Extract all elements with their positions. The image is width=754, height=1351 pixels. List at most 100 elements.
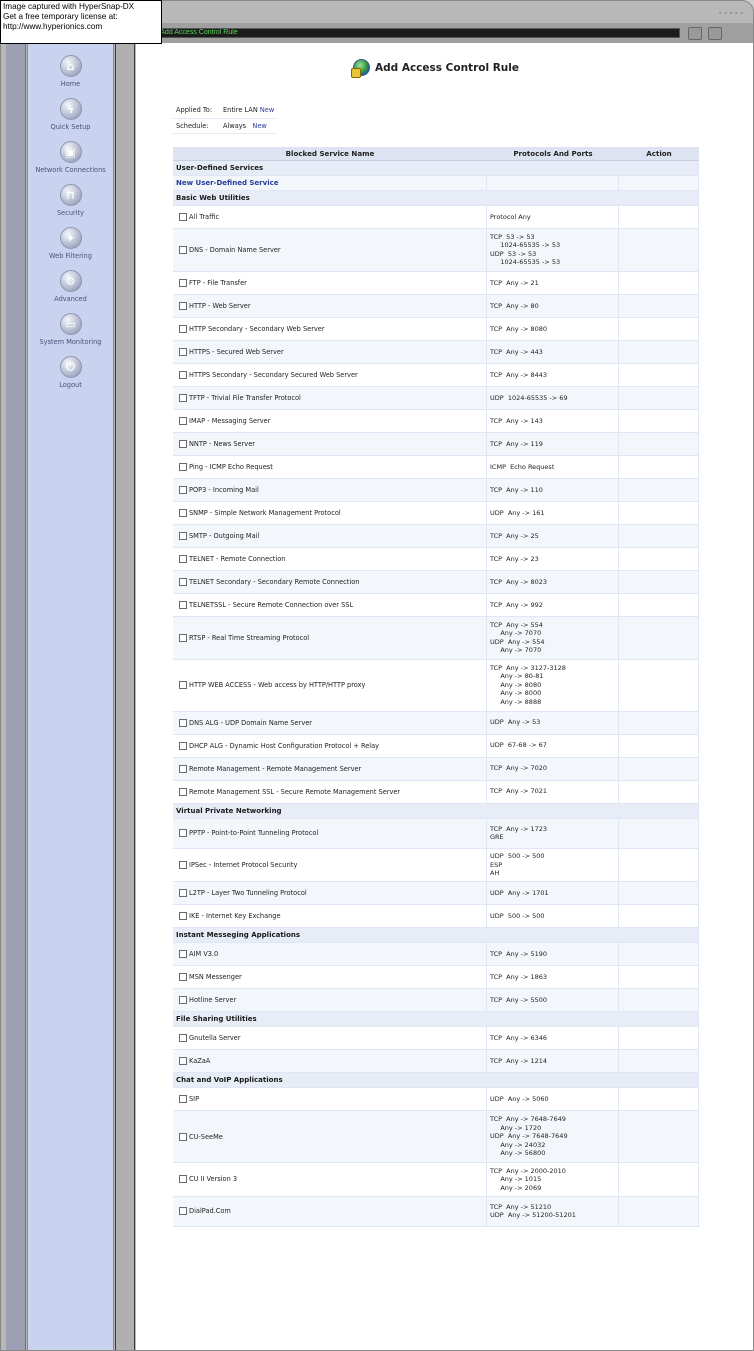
protocol-line: Any -> 24032 bbox=[490, 1140, 546, 1149]
window-grip[interactable]: ∙∙∙∙∙ bbox=[718, 9, 745, 17]
pane-separator[interactable] bbox=[115, 41, 135, 1350]
watermark-line: http://www.hyperionics.com bbox=[3, 22, 103, 31]
protocol-line: TCP 53 -> 53 bbox=[490, 232, 535, 241]
sidebar-item-label: Network Connections bbox=[35, 166, 106, 174]
maximize-button[interactable] bbox=[708, 27, 722, 40]
service-checkbox[interactable] bbox=[179, 462, 187, 471]
service-checkbox[interactable] bbox=[179, 278, 187, 287]
service-checkbox[interactable] bbox=[179, 1175, 187, 1184]
service-checkbox[interactable] bbox=[179, 1207, 187, 1216]
service-checkbox[interactable] bbox=[179, 416, 187, 425]
sidebar-item-logout[interactable]: ⏻ Logout bbox=[28, 356, 113, 399]
table-row: Hotline Server TCP Any -> 5500 bbox=[173, 989, 699, 1013]
service-checkbox[interactable] bbox=[179, 485, 187, 494]
network-icon: ▣ bbox=[59, 141, 82, 163]
service-name-cell: DHCP ALG - Dynamic Host Configuration Pr… bbox=[173, 734, 487, 758]
service-checkbox[interactable] bbox=[179, 764, 187, 773]
sidebar-item-network-connections[interactable]: ▣ Network Connections bbox=[28, 141, 113, 184]
service-checkbox[interactable] bbox=[179, 577, 187, 586]
protocol-line: UDP Any -> 5060 bbox=[490, 1094, 549, 1103]
service-checkbox[interactable] bbox=[179, 1057, 187, 1066]
protocol-line: TCP Any -> 21 bbox=[490, 278, 539, 287]
service-name: KaZaA bbox=[189, 1057, 211, 1066]
schedule-new-link[interactable]: New bbox=[252, 122, 266, 130]
protocol-line: TCP Any -> 7648-7649 bbox=[490, 1115, 566, 1124]
service-name: TELNET Secondary - Secondary Remote Conn… bbox=[189, 577, 360, 586]
service-checkbox[interactable] bbox=[179, 1034, 187, 1043]
service-checkbox[interactable] bbox=[179, 860, 187, 869]
sidebar-item-web-filtering[interactable]: ✦ Web Filtering bbox=[28, 227, 113, 270]
sidebar-item-home[interactable]: ⌂ Home bbox=[28, 55, 113, 98]
service-checkbox[interactable] bbox=[179, 889, 187, 898]
service-checkbox[interactable] bbox=[179, 950, 187, 959]
protocol-line: AH bbox=[490, 869, 500, 878]
service-name: MSN Messenger bbox=[189, 973, 242, 982]
protocols-cell: TCP Any -> 7021 bbox=[487, 780, 619, 804]
service-checkbox[interactable] bbox=[179, 439, 187, 448]
table-row: POP3 - Incoming Mail TCP Any -> 110 bbox=[173, 478, 699, 502]
service-checkbox[interactable] bbox=[179, 370, 187, 379]
service-checkbox[interactable] bbox=[179, 393, 187, 402]
service-checkbox[interactable] bbox=[179, 787, 187, 796]
applied-to-new-link[interactable]: New bbox=[260, 106, 274, 114]
service-checkbox[interactable] bbox=[179, 508, 187, 517]
protocols-cell: UDP Any -> 5060 bbox=[487, 1088, 619, 1112]
empty-cell bbox=[619, 176, 699, 191]
sidebar-item-system-monitoring[interactable]: ▭ System Monitoring bbox=[28, 313, 113, 356]
service-checkbox[interactable] bbox=[179, 1132, 187, 1141]
table-row: MSN Messenger TCP Any -> 1863 bbox=[173, 966, 699, 990]
service-name: Remote Management - Remote Management Se… bbox=[189, 764, 362, 773]
service-checkbox[interactable] bbox=[179, 912, 187, 921]
service-name: PPTP - Point-to-Point Tunneling Protocol bbox=[189, 829, 319, 838]
action-cell bbox=[619, 455, 699, 479]
table-row: IMAP - Messaging Server TCP Any -> 143 bbox=[173, 409, 699, 433]
service-name-cell: All Traffic bbox=[173, 206, 487, 229]
action-cell bbox=[619, 1088, 699, 1112]
service-checkbox[interactable] bbox=[179, 973, 187, 982]
service-checkbox[interactable] bbox=[179, 245, 187, 254]
service-checkbox[interactable] bbox=[179, 347, 187, 356]
service-checkbox[interactable] bbox=[179, 741, 187, 750]
applied-to-value: Entire LAN bbox=[223, 106, 258, 115]
protocols-cell: UDP Any -> 1701 bbox=[487, 882, 619, 906]
service-checkbox[interactable] bbox=[179, 718, 187, 727]
applied-to-label: Applied To: bbox=[173, 103, 220, 119]
section-title: Instant Messeging Applications bbox=[173, 928, 699, 944]
service-checkbox[interactable] bbox=[179, 531, 187, 540]
service-name-cell: Remote Management - Remote Management Se… bbox=[173, 757, 487, 781]
service-name: IPSec - Internet Protocol Security bbox=[189, 860, 298, 869]
table-row: All Traffic Protocol Any bbox=[173, 206, 699, 229]
sidebar-item-security[interactable]: ⊓ Security bbox=[28, 184, 113, 227]
service-checkbox[interactable] bbox=[179, 829, 187, 838]
protocol-line: TCP Any -> 7020 bbox=[490, 764, 548, 773]
service-checkbox[interactable] bbox=[179, 996, 187, 1005]
schedule-value: Always bbox=[223, 121, 247, 130]
action-cell bbox=[619, 271, 699, 295]
service-checkbox[interactable] bbox=[179, 600, 187, 609]
protocols-cell: TCP Any -> 1214 bbox=[487, 1050, 619, 1074]
service-checkbox[interactable] bbox=[179, 324, 187, 333]
service-checkbox[interactable] bbox=[179, 1095, 187, 1104]
new-user-defined-service-link[interactable]: New User-Defined Service bbox=[176, 179, 279, 187]
service-name: Remote Management SSL - Secure Remote Ma… bbox=[189, 787, 401, 796]
header-protocols-and-ports: Protocols And Ports bbox=[487, 147, 619, 161]
section-header: Instant Messeging Applications bbox=[173, 928, 699, 944]
sidebar-item-quick-setup[interactable]: ϟ Quick Setup bbox=[28, 98, 113, 141]
table-row: CU II Version 3 TCP Any -> 2000-2010 Any … bbox=[173, 1163, 699, 1197]
service-checkbox[interactable] bbox=[179, 554, 187, 563]
service-checkbox[interactable] bbox=[179, 681, 187, 690]
protocol-line: UDP Any -> 51200-51201 bbox=[490, 1211, 576, 1220]
service-checkbox[interactable] bbox=[179, 301, 187, 310]
sidebar-item-label: Quick Setup bbox=[50, 123, 91, 131]
action-cell bbox=[619, 1050, 699, 1074]
table-row: SNMP - Simple Network Management Protoco… bbox=[173, 501, 699, 525]
service-checkbox[interactable] bbox=[179, 633, 187, 642]
action-cell bbox=[619, 659, 699, 712]
sidebar-item-label: Logout bbox=[59, 381, 82, 389]
service-checkbox[interactable] bbox=[179, 213, 187, 221]
minimize-button[interactable] bbox=[688, 27, 702, 40]
sidebar-item-advanced[interactable]: ⚙ Advanced bbox=[28, 270, 113, 313]
service-name: HTTPS Secondary - Secondary Secured Web … bbox=[189, 370, 358, 379]
service-name-cell: MSN Messenger bbox=[173, 966, 487, 990]
service-name: SNMP - Simple Network Management Protoco… bbox=[189, 508, 341, 517]
